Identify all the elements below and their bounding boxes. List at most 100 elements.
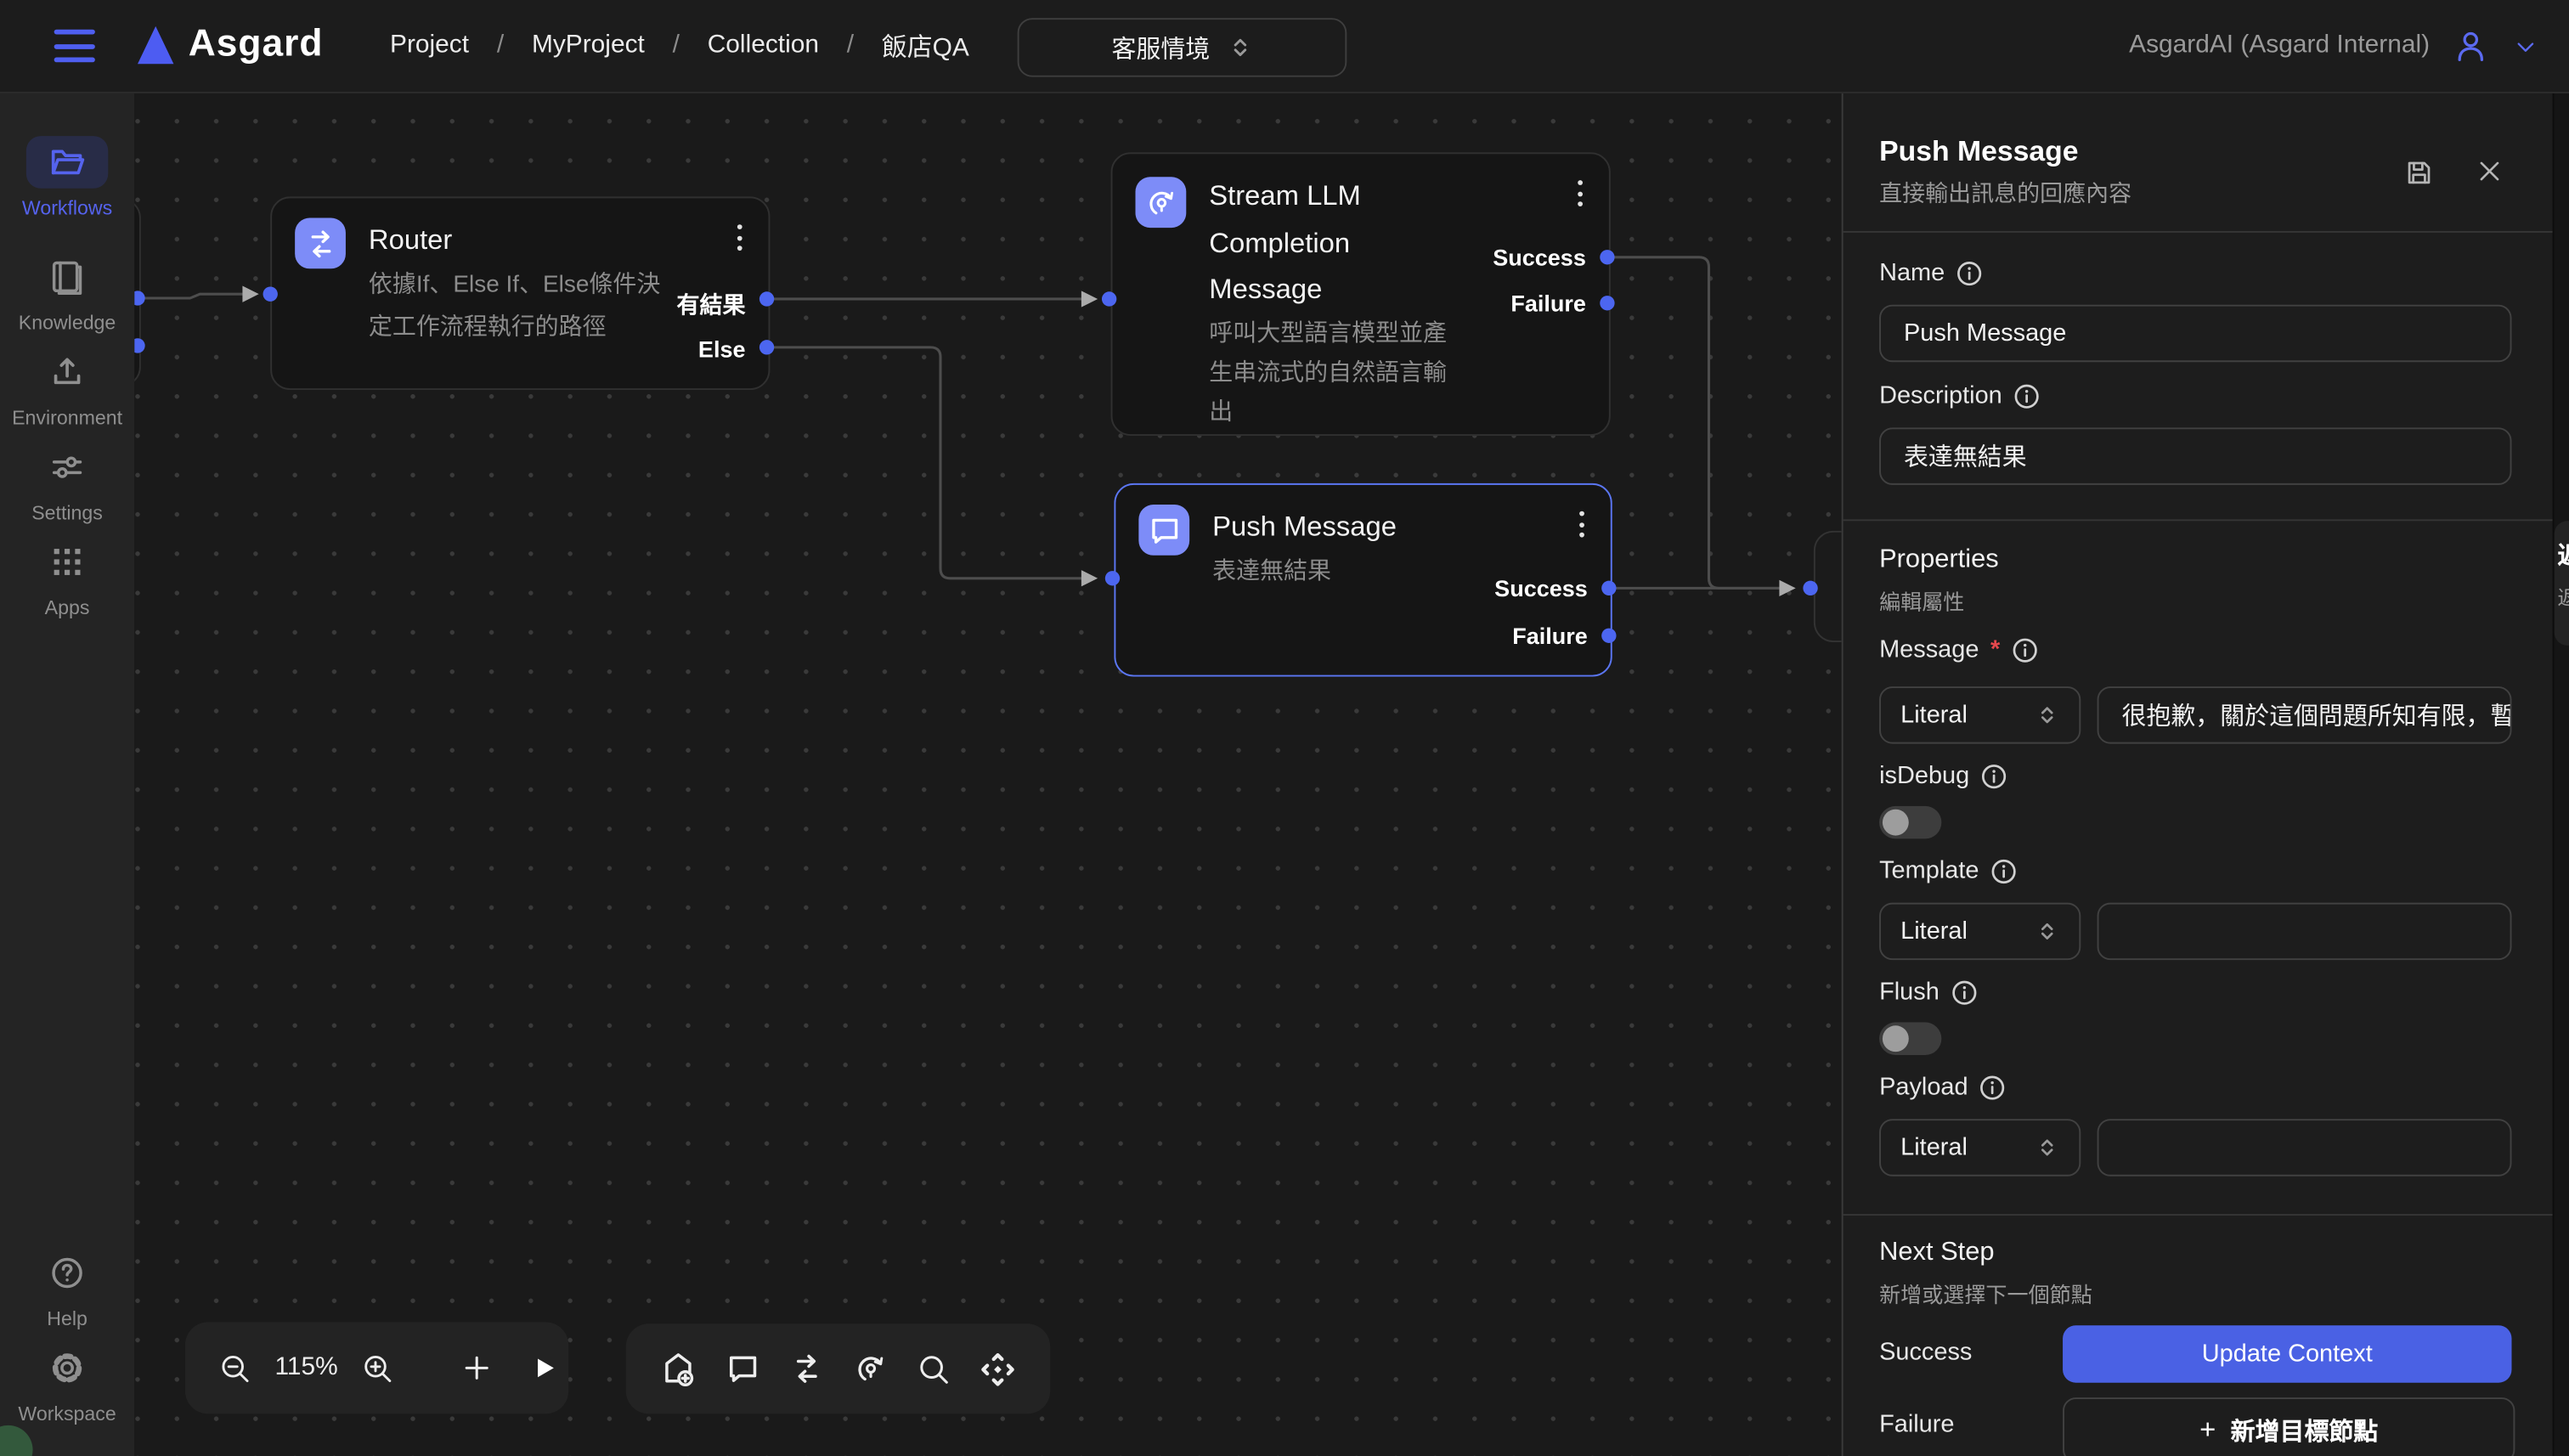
message-node-icon[interactable] [724, 1350, 761, 1387]
zoom-in-icon[interactable] [360, 1351, 394, 1385]
add-node-icon[interactable] [658, 1349, 697, 1388]
breadcrumb-project[interactable]: Project [390, 31, 469, 61]
account-label: AsgardAI (Asgard Internal) [2129, 31, 2430, 61]
required-mark: * [1990, 635, 2000, 663]
gear-icon [48, 1348, 87, 1387]
update-context-button[interactable]: Update Context [2063, 1325, 2511, 1383]
clipped-panel-subtitle: 返 [2557, 584, 2569, 612]
failure-row-label: Failure [1879, 1410, 1954, 1438]
close-icon[interactable] [2476, 157, 2504, 185]
breadcrumb-separator: / [847, 31, 854, 61]
node-push-message[interactable]: Push Message 表達無結果 Success Failure [1114, 483, 1612, 677]
divider [1843, 1214, 2555, 1216]
divider [1843, 519, 2555, 521]
zoom-out-icon[interactable] [217, 1351, 251, 1385]
help-icon [48, 1253, 87, 1292]
panel-subtitle: 直接輸出訊息的回應內容 [1879, 177, 2131, 210]
sidebar-label: Help [47, 1307, 88, 1330]
select-updown-icon [2035, 1135, 2059, 1160]
sidebar-item-knowledge[interactable]: Knowledge [0, 251, 134, 334]
offscreen-left-node[interactable] [134, 198, 141, 387]
node-config-panel: Push Message 直接輸出訊息的回應內容 Name Push Messa… [1842, 92, 2553, 1456]
pan-move-icon[interactable] [978, 1349, 1017, 1388]
output-port-label: Success [1493, 244, 1586, 270]
sidebar-item-help[interactable]: Help [0, 1247, 134, 1330]
payload-input[interactable] [2098, 1119, 2512, 1176]
info-icon [1951, 979, 1977, 1005]
apps-grid-icon [48, 542, 87, 581]
properties-section-subtitle: 編輯屬性 [1879, 584, 1964, 616]
sliders-icon [48, 447, 87, 486]
flush-toggle[interactable] [1879, 1022, 1941, 1055]
info-icon [1979, 1074, 2006, 1100]
info-icon [2013, 382, 2040, 409]
llm-node-icon[interactable] [852, 1350, 889, 1387]
node-router[interactable]: Router 依據If、Else If、Else條件決定工作流程執行的路徑 有結… [270, 196, 770, 390]
account-area[interactable]: AsgardAI (Asgard Internal) [2129, 0, 2539, 92]
add-target-node-button[interactable]: + 新增目標節點 [2063, 1397, 2515, 1456]
brand-title: Asgard [189, 21, 324, 65]
output-port-label: Failure [1510, 290, 1586, 316]
name-input[interactable]: Push Message [1879, 305, 2511, 362]
sidebar-item-apps[interactable]: Apps [0, 536, 134, 619]
sidebar-item-environment[interactable]: Environment [0, 346, 134, 429]
kebab-menu-icon[interactable] [734, 221, 746, 254]
breadcrumb-separator: / [497, 31, 504, 61]
name-field-label: Name [1879, 259, 1983, 287]
folder-icon [48, 143, 87, 182]
message-type-select[interactable]: Literal [1879, 686, 2081, 743]
kebab-menu-icon[interactable] [1576, 508, 1587, 541]
chevron-down-icon[interactable] [2511, 32, 2539, 60]
workflow-canvas[interactable]: Router 依據If、Else If、Else條件決定工作流程執行的路徑 有結… [134, 92, 1842, 1456]
breadcrumb-collection[interactable]: Collection [708, 31, 819, 61]
breadcrumb-separator: / [673, 31, 680, 61]
payload-type-select[interactable]: Literal [1879, 1119, 2081, 1176]
save-icon[interactable] [2403, 157, 2435, 189]
panel-title: Push Message [1879, 134, 2078, 168]
sidebar-label: Settings [31, 501, 103, 524]
breadcrumb: Project / MyProject / Collection / 飯店QA [390, 0, 969, 92]
output-port-label: Success [1494, 575, 1588, 601]
breadcrumb-workflow[interactable]: 飯店QA [882, 28, 969, 64]
search-icon[interactable] [916, 1351, 951, 1386]
flush-field-label: Flush [1879, 978, 1977, 1006]
node-description: 依據If、Else If、Else條件決定工作流程執行的路徑 [369, 263, 683, 348]
sidebar-item-workflows[interactable]: Workflows [0, 136, 134, 219]
isdebug-toggle[interactable] [1879, 806, 1941, 839]
isdebug-field-label: isDebug [1879, 762, 2007, 790]
select-updown-icon [2035, 919, 2059, 944]
node-description: 表達無結果 [1212, 550, 1540, 593]
description-input[interactable]: 表達無結果 [1879, 427, 2511, 484]
output-port-label: Failure [1512, 623, 1588, 649]
clipped-target-node[interactable] [1814, 531, 1842, 642]
success-row-label: Success [1879, 1339, 1972, 1367]
info-icon [1990, 858, 2017, 884]
run-play-icon[interactable] [529, 1353, 559, 1383]
select-updown-icon [2035, 703, 2059, 727]
output-port-label: Else [698, 336, 746, 362]
properties-section-title: Properties [1879, 545, 1999, 575]
sidebar-item-workspace[interactable]: Workspace [0, 1341, 134, 1425]
router-node-icon[interactable] [788, 1350, 826, 1387]
message-input[interactable]: 很抱歉，關於這個問題所知有限，暫 [2098, 686, 2512, 743]
sidebar-label: Knowledge [19, 311, 116, 334]
add-icon[interactable] [460, 1352, 494, 1385]
description-field-label: Description [1879, 381, 2040, 409]
kebab-menu-icon[interactable] [1574, 177, 1586, 210]
template-input[interactable] [2098, 903, 2512, 961]
environment-select-value: 客服情境 [1112, 31, 1211, 65]
message-field-label: Message * [1879, 635, 2038, 663]
breadcrumb-myproject[interactable]: MyProject [532, 31, 645, 61]
environment-select[interactable]: 客服情境 [1018, 18, 1347, 76]
top-bar: Asgard Project / MyProject / Collection … [0, 0, 2569, 93]
user-icon[interactable] [2451, 26, 2490, 65]
chat-bubble-icon [1138, 505, 1189, 556]
template-field-label: Template [1879, 857, 2017, 885]
sidebar-item-settings[interactable]: Settings [0, 441, 134, 524]
template-type-select[interactable]: Literal [1879, 903, 2081, 961]
divider [1843, 231, 2555, 233]
node-stream-llm[interactable]: Stream LLM Completion Message 呼叫大型語言模型並產… [1111, 152, 1611, 436]
hamburger-menu-icon[interactable] [54, 30, 95, 63]
node-title: Push Message [1212, 505, 1397, 551]
zoom-toolbar: 115% [185, 1322, 568, 1414]
